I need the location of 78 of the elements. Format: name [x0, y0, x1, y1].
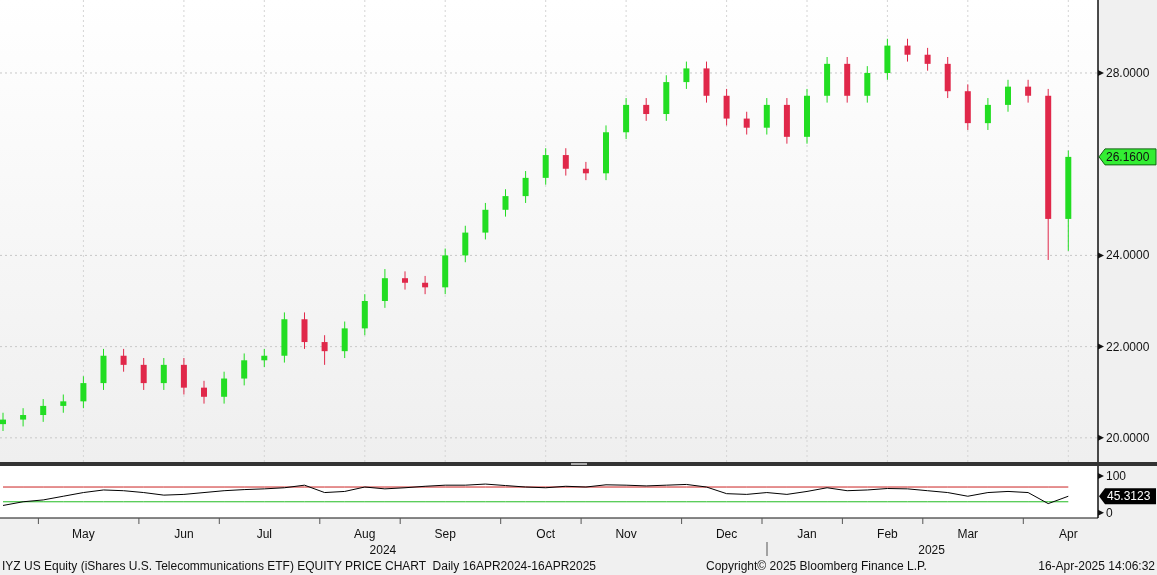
candle	[904, 38, 911, 63]
candle	[341, 321, 348, 359]
copyright-text: Copyright© 2025 Bloomberg Finance L.P.	[706, 558, 928, 573]
candle	[944, 56, 951, 99]
month-label: Jan	[797, 527, 817, 541]
candle	[502, 188, 509, 218]
candle	[542, 147, 549, 186]
candle	[422, 275, 429, 295]
candle	[683, 61, 690, 90]
candle	[462, 225, 469, 263]
candle	[80, 375, 87, 409]
candle	[663, 74, 670, 122]
candle	[1025, 79, 1032, 104]
candle	[40, 398, 47, 423]
year-label: 2024	[369, 543, 397, 556]
candle	[643, 97, 650, 122]
candle	[884, 38, 891, 81]
candle	[100, 348, 107, 391]
timestamp: 16-Apr-2025 14:06:32	[1038, 558, 1155, 573]
value-badge: 45.3123	[1099, 488, 1156, 505]
candle	[140, 357, 147, 391]
candle	[0, 412, 6, 432]
candle	[582, 161, 589, 181]
candle	[361, 293, 368, 336]
axis-label: 24.0000	[1106, 248, 1150, 263]
candle	[442, 248, 449, 295]
resize-handle[interactable]	[570, 463, 587, 465]
candle	[864, 65, 871, 104]
candle	[743, 111, 750, 136]
candle	[60, 394, 67, 414]
axis-label: 100	[1106, 468, 1127, 483]
candle	[603, 124, 609, 181]
candle	[402, 270, 408, 291]
candle	[623, 97, 630, 140]
candle	[201, 380, 207, 405]
candle	[160, 357, 167, 391]
candle	[984, 97, 991, 131]
axis-label: 28.0000	[1106, 65, 1150, 80]
candle	[261, 348, 268, 368]
month-label: Nov	[615, 527, 637, 541]
candle	[522, 170, 529, 204]
candle	[763, 97, 770, 136]
candle	[924, 47, 931, 72]
price-badge: 26.1600	[1098, 148, 1157, 166]
candle	[1005, 79, 1011, 113]
axis-label: 20.0000	[1106, 430, 1150, 445]
candle	[562, 147, 569, 177]
month-label: Feb	[877, 527, 898, 541]
month-label: Dec	[715, 527, 738, 541]
candle	[321, 334, 328, 366]
candle	[381, 268, 388, 309]
candle	[804, 88, 810, 145]
month-label: May	[72, 527, 95, 541]
candle	[180, 357, 187, 395]
month-label: Apr	[1058, 527, 1078, 541]
candle	[482, 202, 489, 240]
axis-label: 22.0000	[1106, 339, 1150, 354]
month-label: Mar	[957, 527, 979, 541]
month-label: Jun	[174, 527, 194, 541]
candle	[221, 371, 228, 405]
candle	[723, 88, 730, 126]
candle	[120, 348, 127, 373]
month-label: Aug	[354, 527, 376, 541]
month-label: Sep	[434, 527, 456, 541]
year-label: 2025	[918, 543, 945, 556]
candle	[20, 407, 27, 427]
candle	[241, 352, 248, 386]
candle	[301, 311, 308, 350]
chart-description: IYZ US Equity (iShares U.S. Telecommunications ETF) EQUITY PRICE CHART Daily 16APR2024-16APR2025	[2, 558, 597, 573]
candle	[703, 61, 710, 104]
candle	[783, 97, 790, 145]
candle	[964, 83, 971, 131]
candle	[824, 56, 831, 104]
candle	[844, 56, 851, 104]
candle	[281, 311, 288, 364]
axis-label: 0	[1106, 505, 1113, 520]
month-label: Oct	[536, 527, 556, 541]
month-label: Jul	[256, 527, 272, 541]
